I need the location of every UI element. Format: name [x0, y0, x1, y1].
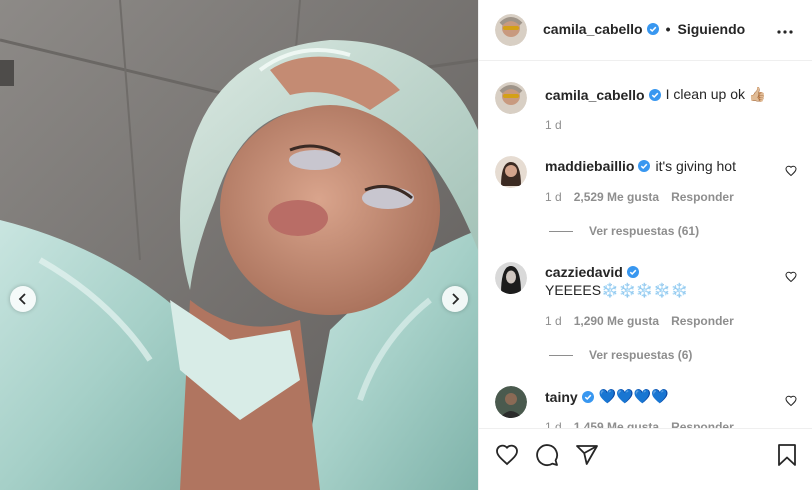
avatar[interactable] [495, 156, 527, 188]
avatar-image [495, 156, 527, 188]
avatar-image [495, 262, 527, 294]
reply-button[interactable]: Responder [671, 190, 734, 204]
chevron-right-icon [452, 293, 460, 305]
avatar[interactable] [495, 82, 527, 114]
divider-line [549, 354, 573, 356]
comment-timestamp[interactable]: 1 d [545, 420, 562, 428]
comment-icon[interactable] [535, 443, 559, 467]
selfie-image [0, 0, 478, 490]
verified-badge-icon [581, 390, 594, 403]
comment-timestamp[interactable]: 1 d [545, 314, 562, 328]
verified-badge-icon [648, 88, 661, 101]
reply-button[interactable]: Responder [671, 420, 734, 428]
verified-badge-icon [646, 23, 659, 35]
comment-username[interactable]: maddiebaillio [545, 158, 634, 174]
avatar-image [495, 386, 527, 418]
verified-badge-icon [638, 160, 651, 172]
caption-username[interactable]: camila_cabello [545, 87, 645, 103]
previous-photo-button[interactable] [10, 286, 36, 312]
comment-likes[interactable]: 1,290 Me gusta [574, 314, 659, 328]
caption-text: I clean up ok 👍🏼 [665, 86, 767, 102]
heart-icon[interactable] [785, 271, 797, 283]
avatar[interactable] [495, 262, 527, 294]
post-actions-bar [479, 428, 812, 490]
heart-icon[interactable] [495, 443, 519, 467]
avatar-image [495, 14, 527, 46]
post-details-panel: camila_cabello • Siguiendo camila_cabell… [478, 0, 812, 490]
comment-username[interactable]: cazziedavid [545, 264, 623, 280]
author-username[interactable]: camila_cabello [543, 21, 643, 37]
avatar[interactable] [495, 386, 527, 418]
view-replies-label: Ver respuestas (61) [589, 224, 700, 238]
comment-text: 💙💙💙💙 [598, 388, 669, 404]
comment-likes[interactable]: 2,529 Me gusta [574, 190, 659, 204]
divider-line [549, 230, 573, 232]
view-replies-button[interactable]: Ver respuestas (61) [549, 224, 699, 238]
caption-timestamp[interactable]: 1 d [545, 118, 562, 132]
post-photo[interactable] [0, 0, 478, 490]
comment-username[interactable]: tainy [545, 389, 578, 405]
share-icon[interactable] [575, 443, 599, 467]
view-replies-label: Ver respuestas (6) [589, 348, 693, 362]
heart-icon[interactable] [785, 395, 797, 407]
comment-likes[interactable]: 1,459 Me gusta [574, 420, 659, 428]
comment-text: YEEEES❄️❄️❄️❄️❄️ [545, 282, 689, 298]
comment-timestamp[interactable]: 1 d [545, 190, 562, 204]
post-header: camila_cabello • Siguiendo [479, 0, 812, 61]
instagram-post-modal: camila_cabello • Siguiendo camila_cabell… [0, 0, 812, 490]
comments-list[interactable]: camila_cabello I clean up ok 👍🏼 1 d madd… [479, 62, 812, 428]
verified-badge-icon [626, 266, 639, 278]
chevron-left-icon [18, 293, 26, 305]
next-photo-button[interactable] [442, 286, 468, 312]
comment-text: it's giving hot [655, 158, 736, 174]
bookmark-icon[interactable] [775, 443, 799, 467]
following-button[interactable]: Siguiendo [678, 21, 746, 37]
more-options-icon[interactable] [777, 24, 793, 40]
view-replies-button[interactable]: Ver respuestas (6) [549, 348, 692, 362]
avatar[interactable] [495, 14, 527, 46]
avatar-image [495, 82, 527, 114]
heart-icon[interactable] [785, 165, 797, 177]
reply-button[interactable]: Responder [671, 314, 734, 328]
separator-dot: • [665, 21, 671, 37]
